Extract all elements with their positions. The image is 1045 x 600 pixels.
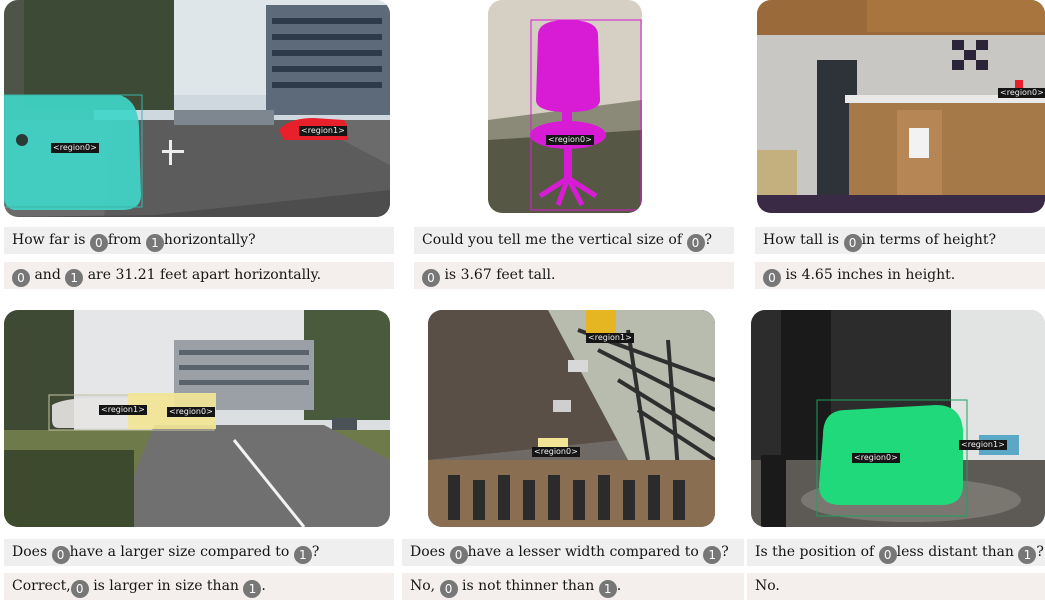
region-0-badge: 0 bbox=[878, 546, 897, 564]
answer-3: 0 is 4.65 inches in height. bbox=[755, 262, 1045, 289]
region0-label: <region0> bbox=[532, 447, 580, 457]
region0-label: <region0> bbox=[998, 88, 1045, 98]
question-6: Is the position of 0 less distant than 1? bbox=[747, 539, 1045, 566]
region-1-badge: 1 bbox=[65, 269, 84, 287]
region-1-badge: 1 bbox=[293, 546, 312, 564]
answer-text: No, bbox=[410, 578, 436, 594]
region-0-badge: 0 bbox=[422, 269, 440, 287]
region-1-badge: 1 bbox=[243, 580, 262, 598]
kitchen-image: <region0> bbox=[757, 0, 1045, 213]
answer-text: Correct, bbox=[12, 578, 71, 594]
region-0-badge: 0 bbox=[843, 234, 862, 252]
region0-label: <region0> bbox=[167, 407, 215, 417]
answer-text: and bbox=[34, 267, 61, 283]
question-text: have a larger size compared to bbox=[69, 544, 290, 560]
region-0-badge: 0 bbox=[70, 580, 89, 598]
answer-text: . bbox=[616, 578, 622, 594]
region0-label: <region1> bbox=[959, 440, 1007, 450]
hall-image: <region1> <region0> bbox=[428, 310, 715, 527]
question-text: ? bbox=[1036, 544, 1044, 560]
question-text: How far is bbox=[12, 232, 86, 248]
region-0-badge: 0 bbox=[439, 580, 458, 598]
question-text: Is the position of bbox=[755, 544, 875, 560]
street-scene-image: <region0> <region1> bbox=[4, 0, 390, 217]
region-1-badge: 1 bbox=[1018, 546, 1037, 564]
question-text: have a lesser width compared to bbox=[467, 544, 699, 560]
chair-image: <region0> bbox=[488, 0, 642, 213]
question-text: ? bbox=[721, 544, 729, 560]
question-2: Could you tell me the vertical size of 0… bbox=[414, 227, 734, 254]
answer-text: are 31.21 feet apart horizontally. bbox=[87, 267, 322, 283]
region0-label: <region0> bbox=[546, 135, 594, 145]
region0-label: <region0> bbox=[51, 143, 99, 153]
region1-label: <region0> bbox=[852, 453, 900, 463]
region-1-badge: 1 bbox=[145, 234, 164, 252]
region-1-badge: 1 bbox=[703, 546, 722, 564]
answer-text: No. bbox=[755, 578, 780, 594]
question-text: Does bbox=[12, 544, 48, 560]
answer-1: 0 and 1 are 31.21 feet apart horizontall… bbox=[4, 262, 394, 289]
question-text: in terms of height? bbox=[861, 232, 996, 248]
region-0-badge: 0 bbox=[763, 269, 781, 287]
region1-label: <region1> bbox=[99, 405, 147, 415]
answer-2: 0 is 3.67 feet tall. bbox=[414, 262, 734, 289]
region1-label: <region1> bbox=[586, 333, 634, 343]
answer-6: No. bbox=[747, 573, 1045, 600]
region-0-badge: 0 bbox=[449, 546, 468, 564]
question-1: How far is 0 from 1 horizontally? bbox=[4, 227, 394, 254]
answer-text: is larger in size than bbox=[93, 578, 239, 594]
region1-label: <region1> bbox=[299, 126, 347, 136]
question-text: less distant than bbox=[896, 544, 1014, 560]
answer-5: No, 0 is not thinner than 1. bbox=[402, 573, 744, 600]
question-text: Does bbox=[410, 544, 446, 560]
answer-text: is not thinner than bbox=[462, 578, 595, 594]
question-text: horizontally? bbox=[163, 232, 256, 248]
question-text: Could you tell me the vertical size of bbox=[422, 232, 683, 248]
region-0-badge: 0 bbox=[89, 234, 108, 252]
answer-text: . bbox=[261, 578, 266, 594]
question-text: from bbox=[107, 232, 142, 248]
answer-4: Correct, 0 is larger in size than 1. bbox=[4, 573, 394, 600]
region-0-badge: 0 bbox=[686, 234, 705, 252]
question-3: How tall is 0 in terms of height? bbox=[755, 227, 1045, 254]
question-text: How tall is bbox=[763, 232, 840, 248]
question-text: ? bbox=[311, 544, 320, 560]
question-5: Does 0 have a lesser width compared to 1? bbox=[402, 539, 744, 566]
region-0-badge: 0 bbox=[12, 269, 30, 287]
question-4: Does 0 have a larger size compared to 1? bbox=[4, 539, 394, 566]
region-0-badge: 0 bbox=[51, 546, 70, 564]
sofa-room-image: <region0> <region1> bbox=[751, 310, 1045, 527]
question-text: ? bbox=[704, 232, 713, 248]
region-1-badge: 1 bbox=[598, 580, 617, 598]
answer-text: is 4.65 inches in height. bbox=[785, 267, 956, 283]
answer-text: is 3.67 feet tall. bbox=[444, 267, 556, 283]
road-trucks-image: <region1> <region0> bbox=[4, 310, 390, 527]
